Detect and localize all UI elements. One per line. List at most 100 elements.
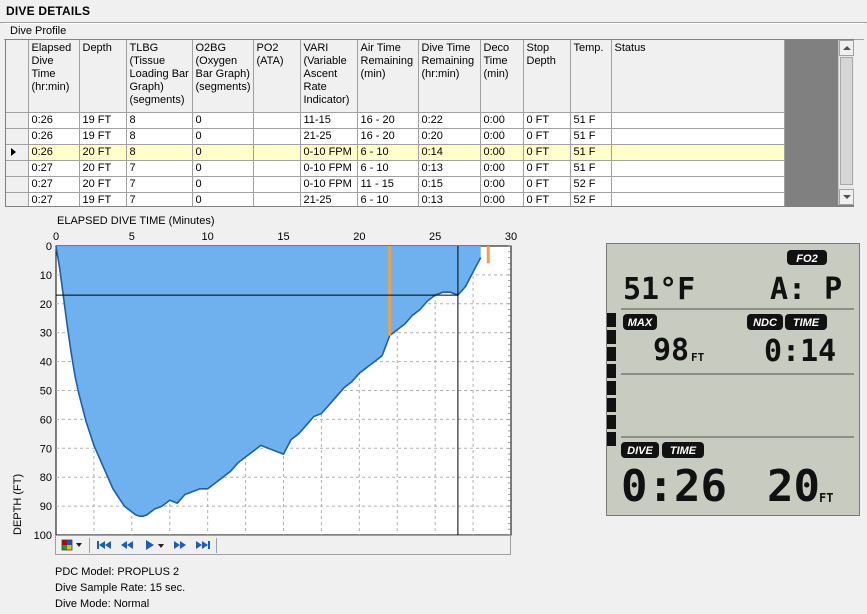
next-sample-button[interactable]	[170, 537, 190, 553]
table-cell[interactable]: 0 FT	[523, 144, 571, 161]
table-cell[interactable]: 8	[126, 128, 193, 145]
table-cell[interactable]: 52 F	[570, 176, 612, 193]
table-cell[interactable]: 0:27	[28, 176, 80, 193]
play-button[interactable]	[142, 537, 168, 553]
table-cell[interactable]: 0:14	[418, 144, 481, 161]
table-cell[interactable]: 6 - 10	[357, 192, 419, 206]
last-sample-button[interactable]	[193, 537, 213, 553]
table-cell[interactable]: 0:27	[28, 192, 80, 206]
table-cell[interactable]: 0:22	[418, 112, 481, 129]
table-cell[interactable]: 51 F	[570, 144, 612, 161]
table-cell[interactable]: 21-25	[300, 128, 358, 145]
chart-canvas[interactable]: ELAPSED DIVE TIME (Minutes) DEPTH (FT) 0…	[0, 210, 600, 540]
col-header[interactable]: PO2 (ATA)	[253, 40, 301, 113]
table-cell[interactable]: 20 FT	[79, 144, 127, 161]
previous-sample-button[interactable]	[117, 537, 137, 553]
row-selector[interactable]	[6, 112, 29, 129]
table-cell[interactable]: 6 - 10	[357, 160, 419, 177]
table-cell[interactable]	[253, 192, 301, 206]
scroll-up-button[interactable]	[839, 40, 854, 56]
table-cell[interactable]: 0-10 FPM	[300, 144, 358, 161]
table-cell[interactable]: 0 FT	[523, 160, 571, 177]
col-header[interactable]: Dive Time Remaining (hr:min)	[418, 40, 481, 113]
col-header[interactable]: Stop Depth	[523, 40, 571, 113]
table-cell[interactable]: 0 FT	[523, 112, 571, 129]
table-cell[interactable]: 7	[126, 192, 193, 206]
table-cell[interactable]: 0	[192, 176, 254, 193]
table-cell[interactable]: 19 FT	[79, 192, 127, 206]
table-row[interactable]: 0:26 20 FT 8 0 0-10 FPM 6 - 10 0:14 0:00 0 FT 51 …	[6, 144, 785, 161]
table-cell[interactable]	[253, 128, 301, 145]
table-cell[interactable]: 20 FT	[79, 176, 127, 193]
table-cell[interactable]: 16 - 20	[357, 128, 419, 145]
table-cell[interactable]: 11 - 15	[357, 176, 419, 193]
table-cell[interactable]: 11-15	[300, 112, 358, 129]
table-cell[interactable]: 51 F	[570, 112, 612, 129]
col-header[interactable]: Status	[611, 40, 785, 113]
row-selector[interactable]	[6, 160, 29, 177]
table-cell[interactable]: 0-10 FPM	[300, 160, 358, 177]
table-cell[interactable]	[611, 128, 785, 145]
table-cell[interactable]: 0 FT	[523, 176, 571, 193]
table-cell[interactable]: 52 F	[570, 192, 612, 206]
col-header[interactable]: Temp.	[570, 40, 612, 113]
col-header[interactable]: O2BG (Oxygen Bar Graph) (segments)	[192, 40, 254, 113]
table-cell[interactable]: 8	[126, 144, 193, 161]
col-header[interactable]: Deco Time (min)	[480, 40, 524, 113]
table-cell[interactable]	[611, 192, 785, 206]
table-row[interactable]: 0:26 19 FT 8 0 21-25 16 - 20 0:20 0:00 0 FT 51 F	[6, 128, 785, 145]
scroll-down-button[interactable]	[839, 189, 854, 205]
table-cell[interactable]: 0:20	[418, 128, 481, 145]
table-cell[interactable]: 19 FT	[79, 128, 127, 145]
row-selector[interactable]	[6, 192, 29, 206]
row-selector[interactable]	[6, 144, 29, 161]
row-selector[interactable]	[6, 128, 29, 145]
grid-vertical-scrollbar[interactable]	[838, 40, 854, 205]
table-cell[interactable]: 0:00	[480, 144, 524, 161]
table-cell[interactable]: 0	[192, 192, 254, 206]
table-row[interactable]: 0:27 19 FT 7 0 21-25 6 - 10 0:13 0:00 0 FT 52 F	[6, 192, 785, 206]
col-header[interactable]: VARI (Variable Ascent Rate Indicator)	[300, 40, 358, 113]
table-cell[interactable]: 0	[192, 112, 254, 129]
dive-profile-grid[interactable]: Elapsed Dive Time (hr:min) Depth TLBG (T…	[5, 39, 854, 207]
table-cell[interactable]: 6 - 10	[357, 144, 419, 161]
table-cell[interactable]: 0:26	[28, 144, 80, 161]
table-cell[interactable]: 51 F	[570, 128, 612, 145]
table-cell[interactable]: 19 FT	[79, 112, 127, 129]
table-cell[interactable]: 0 FT	[523, 192, 571, 206]
table-cell[interactable]: 0	[192, 128, 254, 145]
table-cell[interactable]: 0 FT	[523, 128, 571, 145]
table-row[interactable]: 0:26 19 FT 8 0 11-15 16 - 20 0:22 0:00 0 FT 51 F	[6, 112, 785, 129]
table-cell[interactable]: 51 F	[570, 160, 612, 177]
table-cell[interactable]	[253, 144, 301, 161]
table-cell[interactable]: 0:26	[28, 128, 80, 145]
table-cell[interactable]: 0	[192, 144, 254, 161]
table-cell[interactable]	[253, 160, 301, 177]
col-header[interactable]: Elapsed Dive Time (hr:min)	[28, 40, 80, 113]
table-cell[interactable]: 0:00	[480, 160, 524, 177]
table-cell[interactable]	[611, 160, 785, 177]
table-row[interactable]: 0:27 20 FT 7 0 0-10 FPM 6 - 10 0:13 0:00 0 FT 51 …	[6, 160, 785, 177]
table-cell[interactable]: 0:15	[418, 176, 481, 193]
table-cell[interactable]: 0:26	[28, 112, 80, 129]
table-cell[interactable]: 7	[126, 160, 193, 177]
table-row[interactable]: 0:27 20 FT 7 0 0-10 FPM 11 - 15 0:15 0:00 0 FT 52…	[6, 176, 785, 193]
table-cell[interactable]: 7	[126, 176, 193, 193]
table-cell[interactable]: 0	[192, 160, 254, 177]
table-cell[interactable]: 20 FT	[79, 160, 127, 177]
table-cell[interactable]	[253, 176, 301, 193]
table-cell[interactable]: 0:00	[480, 192, 524, 206]
col-header[interactable]: TLBG (Tissue Loading Bar Graph) (segment…	[126, 40, 193, 113]
table-cell[interactable]: 8	[126, 112, 193, 129]
dive-profile-chart[interactable]: ELAPSED DIVE TIME (Minutes) DEPTH (FT) 0…	[0, 210, 600, 560]
table-cell[interactable]: 0:13	[418, 192, 481, 206]
row-selector[interactable]	[6, 176, 29, 193]
table-cell[interactable]	[611, 176, 785, 193]
table-cell[interactable]: 0:00	[480, 128, 524, 145]
table-cell[interactable]: 0:00	[480, 176, 524, 193]
table-cell[interactable]	[611, 144, 785, 161]
table-cell[interactable]: 0:00	[480, 112, 524, 129]
table-cell[interactable]	[253, 112, 301, 129]
first-sample-button[interactable]	[94, 537, 114, 553]
chart-color-button[interactable]	[59, 537, 85, 553]
